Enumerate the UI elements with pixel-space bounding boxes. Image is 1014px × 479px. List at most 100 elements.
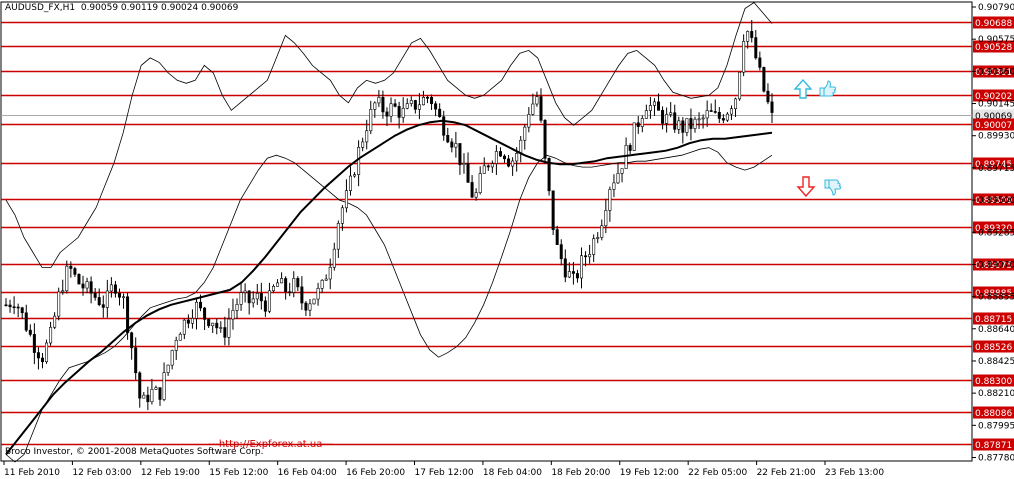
candle-body bbox=[494, 151, 498, 164]
candle-body bbox=[701, 117, 705, 120]
candle-body bbox=[109, 284, 113, 292]
candle-body bbox=[113, 284, 117, 294]
candle-body bbox=[498, 151, 502, 157]
candle-body bbox=[32, 334, 36, 353]
y-tick-label: 0.90145 bbox=[978, 100, 1014, 110]
candle-body bbox=[693, 118, 697, 129]
candle-body bbox=[725, 113, 729, 121]
candle-body bbox=[251, 298, 255, 304]
candle-body bbox=[442, 116, 446, 136]
candle-body bbox=[12, 306, 16, 309]
candle-body bbox=[308, 303, 312, 311]
candle-body bbox=[49, 326, 53, 344]
candle-body bbox=[539, 96, 543, 121]
y-tick-label: 0.90360 bbox=[978, 67, 1014, 77]
candle-body bbox=[69, 265, 73, 269]
candle bbox=[77, 273, 81, 285]
candle bbox=[632, 122, 636, 151]
candle-body bbox=[434, 103, 438, 110]
candle-body bbox=[734, 98, 738, 110]
candle bbox=[762, 66, 766, 93]
candle-body bbox=[239, 292, 243, 305]
candle-body bbox=[45, 342, 49, 363]
candle-body bbox=[624, 145, 628, 169]
candle-body bbox=[77, 274, 81, 285]
candle-body bbox=[170, 350, 174, 366]
candle bbox=[57, 287, 61, 321]
x-tick-label: 17 Feb 12:00 bbox=[415, 468, 474, 478]
candle-body bbox=[628, 145, 632, 151]
candle-body bbox=[717, 112, 721, 119]
candle-body bbox=[608, 189, 612, 211]
candle-body bbox=[652, 101, 656, 106]
candle-body bbox=[166, 364, 170, 373]
candle-body bbox=[85, 281, 89, 289]
candle-body bbox=[219, 327, 223, 329]
candle-body bbox=[713, 111, 717, 113]
candle-body bbox=[661, 110, 665, 124]
level-label-text: 0.87871 bbox=[975, 441, 1012, 451]
candle-body bbox=[280, 278, 284, 284]
candle-body bbox=[648, 105, 652, 111]
candle-body bbox=[563, 258, 567, 278]
candle-body bbox=[490, 163, 494, 168]
candle-body bbox=[515, 153, 519, 162]
candle-body bbox=[409, 100, 413, 104]
candle bbox=[738, 71, 742, 101]
candle-body bbox=[746, 31, 750, 42]
candle-body bbox=[336, 222, 340, 250]
y-tick-label: 0.88855 bbox=[978, 293, 1014, 303]
candle-body bbox=[721, 118, 725, 121]
level-label: 0.90007 bbox=[973, 118, 1014, 131]
candle-body bbox=[555, 229, 559, 245]
symbol-label: AUDUSD_FX,H1 bbox=[5, 3, 76, 13]
y-tick-label: 0.88210 bbox=[978, 389, 1014, 399]
candle-body bbox=[235, 304, 239, 311]
candle-body bbox=[600, 225, 604, 238]
candle-body bbox=[304, 302, 308, 311]
candle-body bbox=[612, 182, 616, 190]
candle-body bbox=[284, 278, 288, 293]
candle-body bbox=[130, 332, 134, 349]
candle-body bbox=[142, 394, 146, 399]
candle-body bbox=[413, 100, 417, 110]
candle-body bbox=[190, 318, 194, 324]
level-label-text: 0.90688 bbox=[975, 19, 1012, 29]
candle-body bbox=[551, 190, 555, 230]
x-tick-label: 11 Feb 2010 bbox=[4, 468, 60, 478]
level-label: 0.88715 bbox=[973, 312, 1014, 325]
candle-body bbox=[567, 271, 571, 278]
candle-body bbox=[300, 286, 304, 304]
candle-body bbox=[559, 244, 563, 260]
candle-body bbox=[369, 109, 373, 132]
candle-body bbox=[324, 278, 328, 281]
y-tick-label: 0.90790 bbox=[978, 3, 1014, 13]
y-tick-label: 0.89500 bbox=[978, 196, 1014, 206]
candle-body bbox=[636, 122, 640, 127]
candle-body bbox=[665, 114, 669, 124]
candle-body bbox=[381, 97, 385, 113]
candle-body bbox=[470, 182, 474, 198]
candle-body bbox=[353, 174, 357, 177]
candle-body bbox=[73, 268, 77, 275]
candle-body bbox=[709, 110, 713, 112]
candle-body bbox=[24, 312, 28, 331]
candle-body bbox=[28, 329, 32, 335]
x-tick-label: 15 Feb 12:00 bbox=[209, 468, 268, 478]
candle-body bbox=[620, 168, 624, 174]
candle-body bbox=[401, 107, 405, 118]
candle bbox=[543, 119, 547, 164]
level-label-text: 0.88526 bbox=[975, 343, 1012, 353]
candle-body bbox=[571, 271, 575, 274]
candle-body bbox=[750, 31, 754, 38]
candle-body bbox=[340, 207, 344, 224]
candle-body bbox=[288, 291, 292, 294]
candle-body bbox=[438, 108, 442, 117]
x-tick-label: 18 Feb 20:00 bbox=[551, 468, 610, 478]
candle-body bbox=[194, 301, 198, 319]
candle-body bbox=[511, 160, 515, 167]
candle-body bbox=[259, 293, 263, 302]
candle-body bbox=[203, 307, 207, 320]
candle-body bbox=[580, 255, 584, 279]
price-chart[interactable]: 0.906880.905280.903610.902020.900690.900… bbox=[0, 0, 1014, 479]
